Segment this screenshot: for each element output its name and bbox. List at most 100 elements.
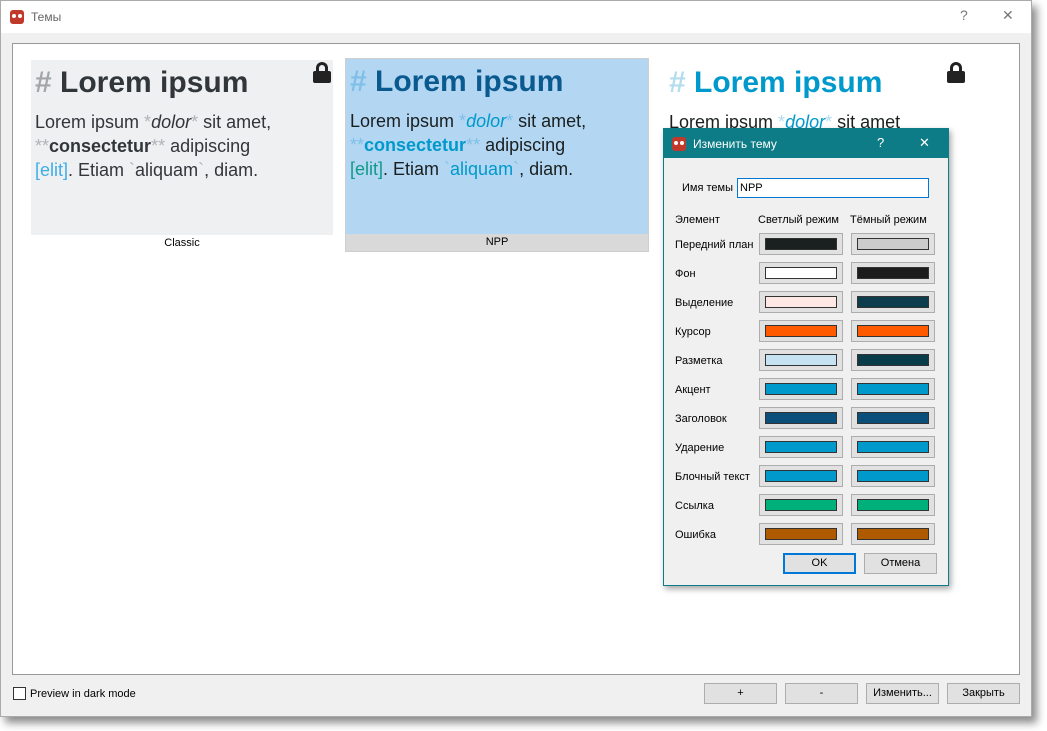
heading-text: Lorem ipsum [60, 66, 249, 99]
color-fill [857, 325, 929, 337]
element-label: Выделение [675, 297, 734, 309]
help-button[interactable]: ? [960, 7, 968, 23]
light-color-swatch[interactable] [759, 465, 843, 487]
preview-heading: # Lorem ipsum [35, 66, 329, 100]
color-fill [765, 238, 837, 250]
text: Lorem ipsum [35, 112, 145, 132]
window-title: Темы [31, 10, 62, 24]
strong-mark: ** [350, 135, 365, 155]
dark-color-swatch[interactable] [851, 233, 935, 255]
dark-color-swatch[interactable] [851, 494, 935, 516]
light-color-swatch[interactable] [759, 233, 843, 255]
cancel-button[interactable]: Отмена [864, 553, 937, 574]
text: Lorem ipsum [350, 111, 460, 131]
preview-heading: # Lorem ipsum [669, 66, 963, 100]
color-fill [857, 441, 929, 453]
text: , diam. [204, 160, 259, 180]
element-label: Курсор [675, 326, 711, 338]
color-fill [857, 528, 929, 540]
color-fill [765, 296, 837, 308]
dark-color-swatch[interactable] [851, 320, 935, 342]
app-icon [672, 136, 686, 151]
dark-color-swatch[interactable] [851, 262, 935, 284]
light-color-swatch[interactable] [759, 349, 843, 371]
em-text: dolor [466, 111, 507, 131]
light-color-swatch[interactable] [759, 378, 843, 400]
element-label: Фон [675, 268, 696, 280]
dark-color-swatch[interactable] [851, 436, 935, 458]
element-label: Ударение [675, 442, 725, 454]
light-color-swatch[interactable] [759, 262, 843, 284]
close-button[interactable]: ✕ [1002, 7, 1014, 24]
light-color-swatch[interactable] [759, 407, 843, 429]
text: . Etiam [383, 159, 445, 179]
dark-color-swatch[interactable] [851, 291, 935, 313]
theme-name: NPP [346, 234, 648, 251]
lock-icon [313, 62, 331, 83]
strong-mark: ** [151, 136, 166, 156]
theme-card[interactable]: # Lorem ipsum Lorem ipsum *dolor* sit am… [31, 60, 333, 252]
close-window-button[interactable]: Закрыть [947, 683, 1020, 704]
dark-color-swatch[interactable] [851, 407, 935, 429]
edit-theme-dialog: Изменить тему ? ✕ Имя темы Элемент Светл… [663, 128, 949, 586]
add-theme-button[interactable]: + [704, 683, 777, 704]
strong-mark: ** [35, 136, 50, 156]
dark-color-swatch[interactable] [851, 349, 935, 371]
remove-theme-button[interactable]: - [785, 683, 858, 704]
text: . Etiam [68, 160, 130, 180]
theme-name-label: Имя темы [682, 182, 733, 194]
column-dark-mode: Тёмный режим [850, 214, 927, 226]
light-color-swatch[interactable] [759, 291, 843, 313]
color-fill [765, 354, 837, 366]
light-color-swatch[interactable] [759, 436, 843, 458]
light-color-swatch[interactable] [759, 320, 843, 342]
color-fill [765, 470, 837, 482]
color-fill [857, 470, 929, 482]
edit-theme-button[interactable]: Изменить... [866, 683, 939, 704]
heading-hash: # [350, 65, 367, 98]
color-fill [765, 441, 837, 453]
link-text: [elit] [35, 160, 69, 180]
dialog-title-bar: Изменить тему ? ✕ [664, 129, 948, 158]
dialog-close-button[interactable]: ✕ [919, 135, 930, 151]
text: sit amet, [513, 111, 587, 131]
text: adipiscing [165, 136, 251, 156]
heading-hash: # [35, 66, 52, 99]
strong-text: consectetur [49, 136, 152, 156]
light-color-swatch[interactable] [759, 494, 843, 516]
heading-text: Lorem ipsum [375, 65, 564, 98]
color-fill [857, 296, 929, 308]
theme-card[interactable]: # Lorem ipsum Lorem ipsum *dolor* sit am… [345, 58, 649, 252]
dark-preview-checkbox[interactable] [13, 687, 26, 700]
dark-color-swatch[interactable] [851, 465, 935, 487]
heading-hash: # [669, 66, 686, 99]
color-fill [765, 528, 837, 540]
color-fill [857, 238, 929, 250]
code-text: aliquam [450, 159, 514, 179]
column-element: Элемент [675, 214, 720, 226]
text: , diam. [519, 159, 574, 179]
dark-color-swatch[interactable] [851, 378, 935, 400]
color-fill [857, 267, 929, 279]
dialog-help-button[interactable]: ? [877, 135, 884, 150]
ok-button[interactable]: OK [783, 553, 856, 574]
light-color-swatch[interactable] [759, 523, 843, 545]
element-label: Передний план [675, 239, 754, 251]
theme-name-input[interactable] [737, 178, 929, 198]
title-bar: Темы ? ✕ [1, 1, 1031, 33]
element-label: Блочный текст [675, 471, 750, 483]
color-fill [857, 412, 929, 424]
element-label: Ссылка [675, 500, 714, 512]
link-text: [elit] [350, 159, 384, 179]
color-fill [765, 412, 837, 424]
strong-mark: ** [466, 135, 481, 155]
em-mark: * [459, 111, 467, 131]
dark-color-swatch[interactable] [851, 523, 935, 545]
theme-preview: # Lorem ipsum Lorem ipsum *dolor* sit am… [31, 60, 333, 235]
dialog-title: Изменить тему [693, 136, 777, 151]
preview-heading: # Lorem ipsum [350, 65, 644, 99]
color-fill [857, 499, 929, 511]
app-icon [10, 10, 24, 24]
code-text: aliquam [135, 160, 199, 180]
theme-preview: # Lorem ipsum Lorem ipsum *dolor* sit am… [346, 59, 648, 234]
